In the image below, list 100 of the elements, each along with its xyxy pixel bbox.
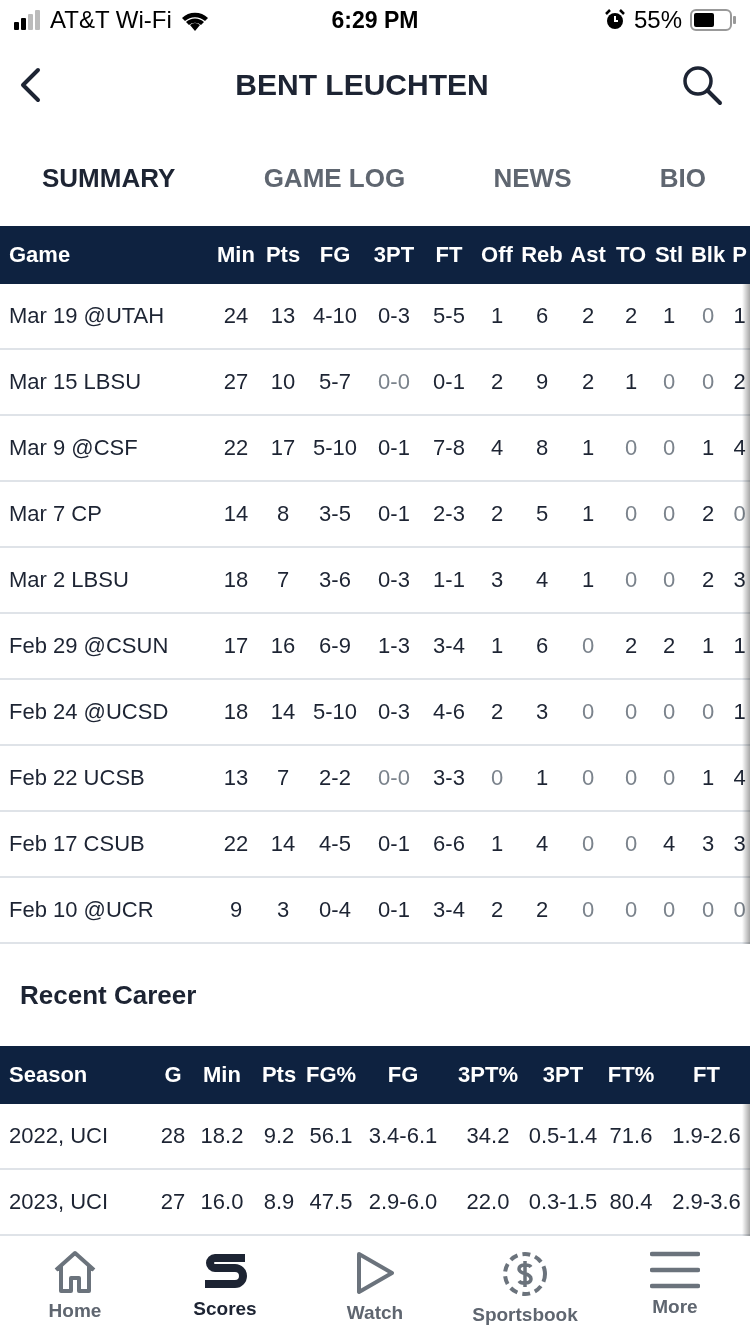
table-cell-text: 0 xyxy=(580,897,596,923)
table-cell-text: 2022, UCI xyxy=(8,1123,110,1149)
table-cell-text: 22.0 xyxy=(465,1189,511,1215)
table-cell-text: 2 xyxy=(534,897,550,923)
column-header: Stl xyxy=(653,242,685,268)
tab[interactable]: BIO xyxy=(659,162,706,194)
battery-icon xyxy=(690,9,736,31)
column-header: FG xyxy=(318,242,352,268)
table-cell-text: 0-1 xyxy=(377,831,411,857)
table-cell-text: 18 xyxy=(222,699,250,725)
table-cell-text: 0 xyxy=(623,765,639,791)
table-cell-text: 1 xyxy=(700,765,716,791)
table-cell-text: 1 xyxy=(700,435,716,461)
table-cell-text: 5-10 xyxy=(311,435,358,461)
table-cell-text: 71.6 xyxy=(608,1123,654,1149)
table-cell-text: 0 xyxy=(661,765,677,791)
table-cell-text: 3 xyxy=(275,897,291,923)
table-cell-text: 0 xyxy=(700,369,716,395)
table-cell-text: 4 xyxy=(732,435,747,461)
table-cell-text: 4-5 xyxy=(318,831,352,857)
table-cell-text: 0-1 xyxy=(377,897,411,923)
table-cell-text: 2-3 xyxy=(432,501,466,527)
table-cell-text: 7-8 xyxy=(432,435,466,461)
table-cell-text: 6 xyxy=(534,303,550,329)
table-cell-text: 5-10 xyxy=(311,699,358,725)
table-cell-text: 16.0 xyxy=(199,1189,245,1215)
signal-icon xyxy=(14,10,42,30)
table-cell-text: 4 xyxy=(489,435,505,461)
table-cell-text: 6-9 xyxy=(318,633,352,659)
table-cell-text: 1-1 xyxy=(432,567,466,593)
table-cell-text: 2 xyxy=(580,369,596,395)
table-cell-text: 7 xyxy=(275,765,291,791)
table-cell-text: 22 xyxy=(222,435,250,461)
table-cell-text: 17 xyxy=(222,633,250,659)
nav-tab[interactable]: Scores xyxy=(150,1250,300,1320)
table-cell-text: 0 xyxy=(623,831,639,857)
column-header: 3PT xyxy=(541,1062,585,1088)
table-cell-text: 4 xyxy=(661,831,677,857)
table-cell-text: 0 xyxy=(661,435,677,461)
table-cell-text: Mar 2 LBSU xyxy=(8,567,130,593)
table-cell-text: 0 xyxy=(623,501,639,527)
column-header: FT% xyxy=(606,1062,656,1088)
table-cell-text: 0-3 xyxy=(377,303,411,329)
table-cell-text: 18.2 xyxy=(199,1123,245,1149)
table-cell-text: 0 xyxy=(661,369,677,395)
table-cell-text: 0 xyxy=(732,897,747,923)
table-cell-text: 0 xyxy=(580,831,596,857)
table-cell-text: 14 xyxy=(269,699,297,725)
table-cell-text: 4 xyxy=(534,831,550,857)
table-cell-text: 13 xyxy=(222,765,250,791)
column-header: Pts xyxy=(264,242,302,268)
table-cell-text: Feb 17 CSUB xyxy=(8,831,146,857)
table-cell: 0.3-1.5 xyxy=(527,1189,599,1215)
alarm-icon xyxy=(603,9,626,31)
table-cell-text: 10 xyxy=(269,369,297,395)
column-header: TO xyxy=(614,242,648,268)
table-cell-text: 1 xyxy=(580,501,596,527)
table-cell-text: 0 xyxy=(580,633,596,659)
table-cell-text: 1 xyxy=(732,633,747,659)
table-cell-text: 0 xyxy=(700,699,716,725)
nav-tab[interactable]: Home xyxy=(0,1250,150,1322)
table-cell-text: 6 xyxy=(534,633,550,659)
table-cell-text: 8 xyxy=(275,501,291,527)
table-cell-text: 1 xyxy=(580,435,596,461)
table-cell-text: 0 xyxy=(700,303,716,329)
table-cell-text: 2 xyxy=(489,369,505,395)
table-cell-text: 0 xyxy=(623,567,639,593)
table-cell-text: 5 xyxy=(534,501,550,527)
column-header: Blk xyxy=(689,242,727,268)
nav-tab[interactable]: More xyxy=(600,1250,750,1318)
tab[interactable]: GAME LOG xyxy=(263,162,406,194)
nav-tab[interactable]: Watch xyxy=(300,1250,450,1324)
column-header: FG% xyxy=(305,1062,357,1088)
table-cell-text: 13 xyxy=(269,303,297,329)
column-header: Off xyxy=(480,242,514,268)
table-cell-text: 14 xyxy=(222,501,250,527)
table-cell-text: 1 xyxy=(661,303,677,329)
table-cell-text: 18 xyxy=(222,567,250,593)
table-cell-text: 4 xyxy=(732,765,747,791)
home-icon xyxy=(52,1250,98,1294)
table-cell-text: 0 xyxy=(580,765,596,791)
column-header: Game xyxy=(8,242,72,268)
table-cell-text: 0 xyxy=(623,699,639,725)
tab[interactable]: NEWS xyxy=(493,162,572,194)
table-cell-text: 4-10 xyxy=(311,303,358,329)
tab[interactable]: SUMMARY xyxy=(42,162,176,194)
table-cell-text: 3 xyxy=(732,831,747,857)
table-cell-text: 17 xyxy=(269,435,297,461)
table-cell-text: Feb 10 @UCR xyxy=(8,897,155,923)
table-cell-text: 1 xyxy=(534,765,550,791)
table-cell-text: 3 xyxy=(732,567,747,593)
section-title: Recent Career xyxy=(19,978,198,1012)
column-header: FG xyxy=(386,1062,420,1088)
table-cell-text: 56.1 xyxy=(308,1123,354,1149)
table-cell-text: 1.9-2.6 xyxy=(671,1123,742,1149)
nav-tab[interactable]: Sportsbook xyxy=(450,1250,600,1326)
table-cell-text: 24 xyxy=(222,303,250,329)
table-cell-text: 8.9 xyxy=(262,1189,296,1215)
table-cell-text: 0-3 xyxy=(377,699,411,725)
table-cell-text: 0-1 xyxy=(432,369,466,395)
